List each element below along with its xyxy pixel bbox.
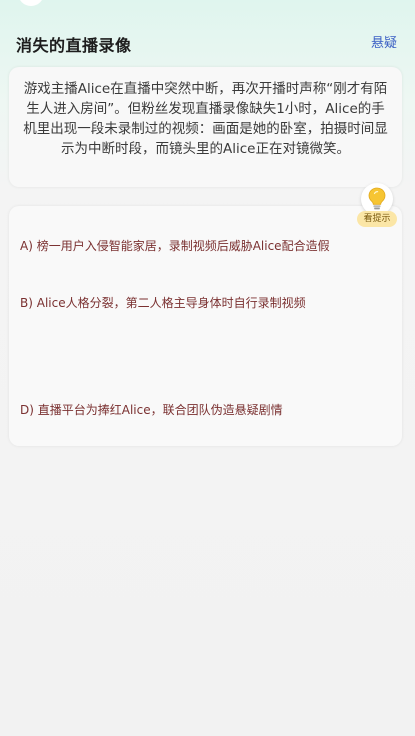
page-title: 消失的直播录像 — [16, 36, 132, 55]
hint-button[interactable]: 看提示 — [357, 183, 397, 227]
story-text: 游戏主播Alice在直播中突然中断，再次开播时声称“刚才有陌生人进入房间”。但粉… — [23, 81, 388, 157]
options-card: A) 榜一用户入侵智能家居，录制视频后威胁Alice配合造假 B) Alice人… — [9, 206, 402, 446]
option-d[interactable]: D) 直播平台为捧红Alice，联合团队伪造悬疑剧情 — [20, 401, 283, 418]
genre-tag[interactable]: 悬疑 — [371, 32, 397, 51]
hint-label: 看提示 — [357, 211, 397, 227]
story-card: 游戏主播Alice在直播中突然中断，再次开播时声称“刚才有陌生人进入房间”。但粉… — [9, 67, 402, 187]
option-b[interactable]: B) Alice人格分裂，第二人格主导身体时自行录制视频 — [20, 294, 306, 311]
header: 消失的直播录像 悬疑 — [0, 0, 415, 66]
option-a[interactable]: A) 榜一用户入侵智能家居，录制视频后威胁Alice配合造假 — [20, 237, 330, 254]
